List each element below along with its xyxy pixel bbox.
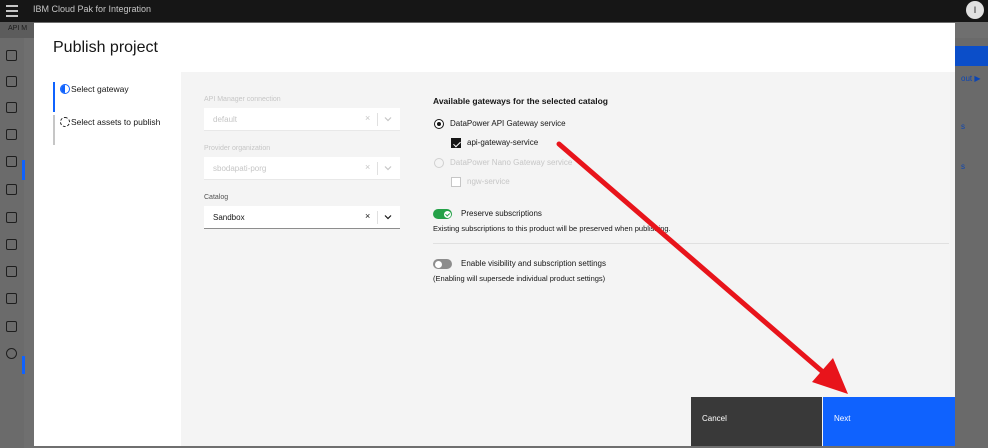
chevron-down-icon[interactable] (383, 212, 393, 222)
background-text: s (961, 162, 965, 171)
field-label: Provider organization (204, 145, 271, 152)
step-label: Select gateway (71, 84, 129, 94)
step-content: API Manager connection default × Provide… (181, 72, 955, 397)
next-button[interactable]: Next (823, 397, 955, 446)
select-value: Sandbox (213, 213, 245, 222)
api-icon[interactable] (6, 76, 17, 87)
select-value: sbodapati-porg (213, 164, 267, 173)
select-value: default (213, 115, 238, 124)
modal-footer: Cancel Next (181, 397, 955, 446)
service-label: api-gateway-service (467, 138, 539, 147)
publish-form: API Manager connection default × Provide… (204, 96, 400, 243)
service-api-gateway[interactable]: api-gateway-service (433, 135, 953, 154)
edit-icon[interactable] (6, 102, 17, 113)
hamburger-menu-icon[interactable] (6, 5, 18, 17)
clear-icon: × (365, 113, 371, 123)
shield-icon[interactable] (6, 129, 17, 140)
divider (377, 162, 378, 175)
app-title: IBM Cloud Pak for Integration (33, 4, 152, 14)
gateway-option-label: DataPower Nano Gateway service (450, 158, 573, 167)
button-label: Cancel (702, 414, 727, 423)
catalog-icon[interactable] (6, 239, 17, 250)
grid-icon[interactable] (6, 156, 17, 167)
gateway-option-label: DataPower API Gateway service (450, 119, 566, 128)
chevron-down-icon (384, 166, 392, 171)
background-text: s (961, 122, 965, 131)
progress-indicator: Select gateway Select assets to publish (34, 72, 181, 446)
list-icon[interactable] (6, 266, 17, 277)
radio-button[interactable] (434, 119, 444, 129)
toggle-label: Enable visibility and subscription setti… (461, 259, 606, 268)
step-incomplete-icon (60, 117, 70, 127)
search-icon[interactable] (6, 348, 17, 359)
step-select-assets[interactable]: Select assets to publish (53, 115, 178, 145)
provider-org-select: sbodapati-porg × (204, 157, 400, 180)
left-nav-rail (0, 38, 25, 448)
background-subheader: API M (0, 22, 34, 38)
preserve-subscriptions-toggle[interactable] (433, 209, 452, 219)
button-label: Next (834, 414, 851, 423)
step-current-icon (60, 84, 70, 94)
background-tab-label: API M (8, 25, 28, 32)
service-ngw: ngw-service (433, 174, 953, 193)
catalog-select[interactable]: Sandbox × (204, 206, 400, 229)
provider-org-field: Provider organization sbodapati-porg × (204, 145, 400, 180)
step-bar (53, 115, 55, 145)
connection-field: API Manager connection default × (204, 96, 400, 131)
gateway-option-nano: DataPower Nano Gateway service (433, 154, 953, 174)
divider (377, 113, 378, 126)
field-label: Catalog (204, 194, 229, 201)
visibility-settings-row: Enable visibility and subscription setti… (433, 257, 953, 271)
catalog-field: Catalog Sandbox × (204, 194, 400, 229)
divider (377, 211, 378, 224)
step-bar (53, 82, 55, 112)
user-avatar[interactable]: I (966, 1, 984, 19)
publish-project-modal: Publish project Select gateway Select as… (34, 23, 955, 446)
nav-active-indicator-2 (22, 356, 25, 374)
analytics-icon[interactable] (6, 212, 17, 223)
home-icon[interactable] (6, 50, 17, 61)
step-select-gateway[interactable]: Select gateway (53, 82, 178, 112)
gateways-section: Available gateways for the selected cata… (433, 96, 953, 283)
checkbox[interactable] (451, 138, 461, 148)
radio-button (434, 158, 444, 168)
cancel-button[interactable]: Cancel (691, 397, 822, 446)
background-text: out ▶ (961, 74, 981, 83)
service-label: ngw-service (467, 177, 510, 186)
app-header: IBM Cloud Pak for Integration I (0, 0, 988, 22)
background-page-edge: out ▶ s s (955, 38, 988, 448)
people-icon[interactable] (6, 293, 17, 304)
settings-icon[interactable] (6, 321, 17, 332)
modal-body: Select gateway Select assets to publish … (34, 72, 955, 446)
gateways-title: Available gateways for the selected cata… (433, 96, 608, 106)
preserve-helper-text: Existing subscriptions to this product w… (433, 224, 671, 233)
field-label: API Manager connection (204, 96, 281, 103)
clear-icon: × (365, 162, 371, 172)
nav-active-indicator (22, 160, 25, 180)
chevron-down-icon (384, 117, 392, 122)
visibility-helper-text: (Enabling will supersede individual prod… (433, 274, 606, 283)
modal-title: Publish project (53, 39, 158, 56)
visibility-settings-toggle[interactable] (433, 259, 452, 269)
background-primary-button (955, 46, 988, 66)
step-label: Select assets to publish (71, 117, 161, 127)
clear-icon[interactable]: × (365, 211, 370, 221)
toggle-label: Preserve subscriptions (461, 209, 542, 218)
connection-select: default × (204, 108, 400, 131)
checkbox (451, 177, 461, 187)
gateway-option-api[interactable]: DataPower API Gateway service (433, 115, 953, 135)
preserve-subscriptions-row: Preserve subscriptions (433, 207, 953, 221)
document-icon[interactable] (6, 184, 17, 195)
